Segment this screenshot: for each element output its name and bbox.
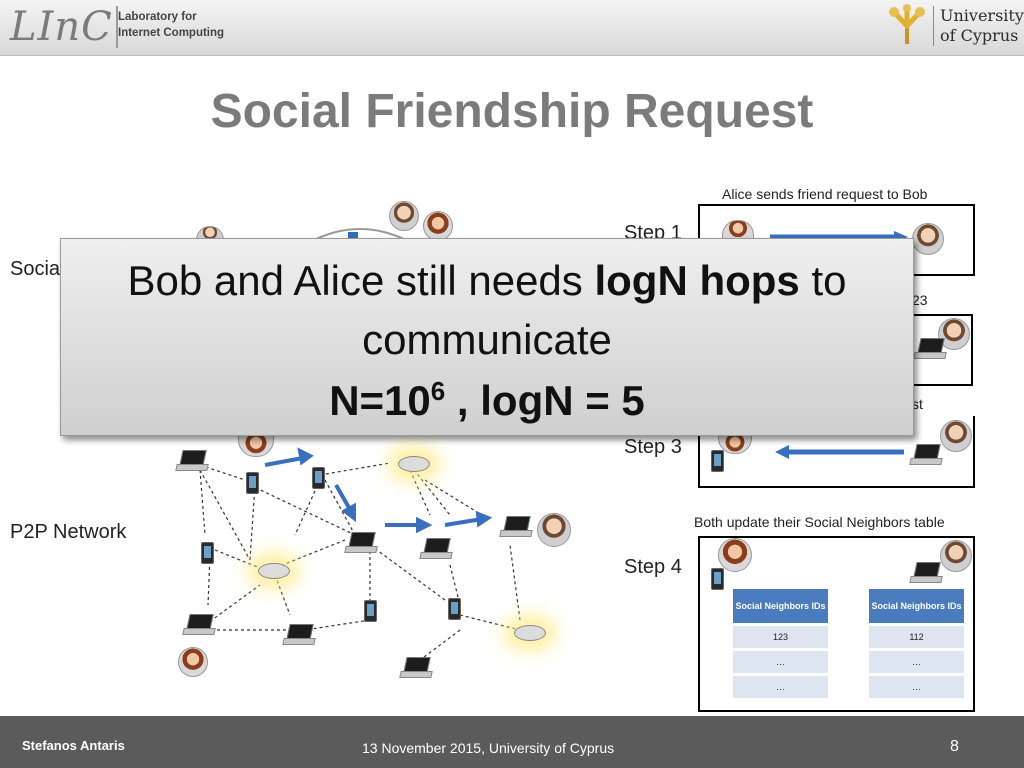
user-avatar [178,647,208,677]
table-cell: … [869,676,964,698]
phone-icon [448,598,461,620]
phone-icon [711,450,724,472]
slide-header: LInC Laboratory for Internet Computing U… [0,0,1024,56]
university-line1: University [940,6,1024,25]
step2-caption-fragment: 23 [912,292,928,308]
callout-line1-pre: Bob and Alice still needs [127,257,595,304]
phone-icon [201,542,214,564]
table-cell: … [733,676,828,698]
university-name: University of Cyprus [940,6,1024,46]
ucy-divider [933,6,934,46]
phone-icon [312,467,325,489]
callout-line1: Bob and Alice still needs logN hops to [61,253,913,309]
p2p-network-label: P2P Network [10,521,127,543]
p2p-network-links [199,447,521,661]
table-cell: 112 [869,626,964,648]
step4-caption: Both update their Social Neighbors table [694,514,945,530]
ucy-crest-icon [889,4,925,44]
footer-author: Stefanos Antaris [22,738,125,753]
laptop-icon [182,614,216,635]
hops-callout: Bob and Alice still needs logN hops to c… [60,238,914,436]
bob-avatar [537,513,571,547]
university-line2: of Cyprus [940,26,1019,45]
alice-avatar [718,538,752,572]
slide-footer: Stefanos Antaris 13 November 2015, Unive… [0,716,1024,768]
bob-avatar [940,420,972,452]
callout-line3: N=106 , logN = 5 [61,371,913,431]
lab-name-line2: Internet Computing [118,27,225,39]
laptop-icon [282,624,316,645]
page-number: 8 [950,738,959,755]
table-header: Social Neighbors IDs [869,589,964,623]
router-icon [514,625,546,641]
bob-avatar [912,223,944,255]
router-icon [258,563,290,579]
bob-avatar [940,540,972,572]
step3-label: Step 3 [624,436,682,458]
laptop-icon [419,538,453,559]
alice-social-neighbors-table: Social Neighbors IDs 123 … … [733,586,828,701]
table-cell: 123 [733,626,828,648]
table-cell: … [869,651,964,673]
step4-label: Step 4 [624,556,682,578]
laptop-icon [499,516,533,537]
phone-icon [246,472,259,494]
alice-avatar [722,220,754,240]
callout-logn-value: , logN = 5 [445,377,645,424]
callout-line1-post: to [799,257,847,304]
table-cell: … [733,651,828,673]
linc-logo: LInC [10,4,113,50]
table-header: Social Neighbors IDs [733,589,828,623]
slide-title: Social Friendship Request [210,85,814,138]
phone-icon [364,600,377,622]
lab-name: Laboratory for Internet Computing [118,9,224,41]
footer-date-place: 13 November 2015, University of Cyprus [362,740,615,756]
laptop-icon [909,562,943,583]
laptop-icon [175,450,209,471]
phone-icon [711,568,724,590]
bob-social-neighbors-table: Social Neighbors IDs 112 … … [869,586,964,701]
laptop-icon [344,532,378,553]
callout-line2: communicate [362,316,612,363]
lab-name-line1: Laboratory for [118,11,197,23]
social-label: Social [10,258,65,280]
callout-n-value: N=10 [329,377,431,424]
laptop-icon [913,338,947,359]
laptop-icon [399,657,433,678]
laptop-icon [909,444,943,465]
callout-line1-bold: logN hops [594,257,800,304]
social-user-avatar [423,211,453,241]
left-arrow-icon [775,445,904,459]
callout-exponent: 6 [430,376,446,406]
step1-caption: Alice sends friend request to Bob [722,186,928,202]
router-icon [398,456,430,472]
